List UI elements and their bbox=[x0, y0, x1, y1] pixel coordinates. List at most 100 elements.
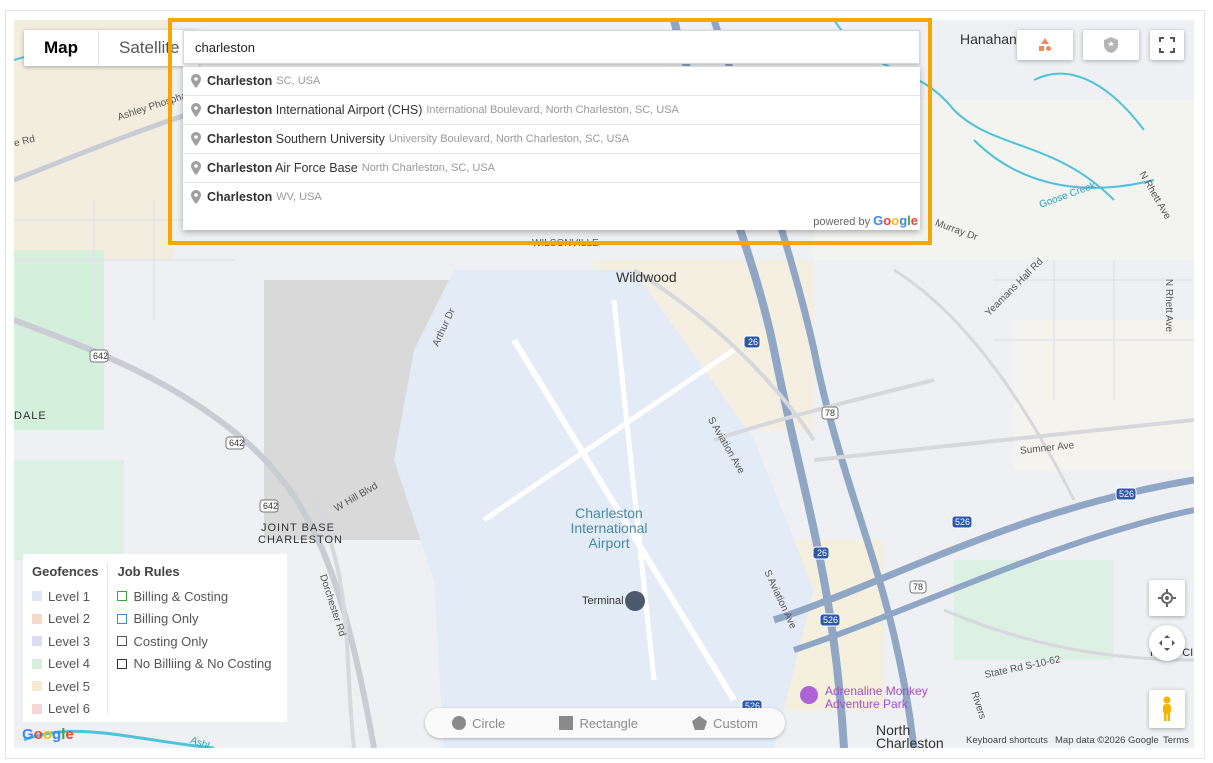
suggestion-main: Charleston International Airport (CHS) bbox=[207, 96, 422, 124]
route-642-b: 642 bbox=[229, 438, 245, 448]
legend-panel: Geofences Level 1 Level 2 Level 3 Level … bbox=[23, 554, 287, 722]
suggestion-secondary: University Boulevard, North Charleston, … bbox=[388, 133, 630, 145]
job-rules-title: Job Rules bbox=[117, 564, 180, 579]
suggestion-item[interactable]: Charleston Air Force Base North Charlest… bbox=[183, 154, 920, 183]
level-swatch bbox=[32, 703, 42, 714]
rule-swatch bbox=[117, 613, 128, 624]
route-26-a: 26 bbox=[748, 337, 759, 347]
powered-by-text: powered by bbox=[813, 216, 871, 228]
pegman-icon bbox=[1163, 696, 1171, 721]
map-label-adrenaline: Adrenaline Monkey Adventure Park bbox=[825, 684, 928, 711]
search-box bbox=[183, 30, 941, 64]
draw-rectangle-label: Rectangle bbox=[579, 715, 638, 731]
pegman-button[interactable] bbox=[1149, 690, 1185, 728]
level-swatch bbox=[32, 613, 42, 624]
camera-control-icon bbox=[1159, 635, 1175, 651]
legend-rule-row: Costing Only bbox=[117, 630, 271, 653]
route-26-b: 26 bbox=[817, 548, 828, 558]
suggestion-main: Charleston bbox=[207, 67, 272, 95]
fullscreen-icon bbox=[1159, 37, 1175, 53]
suggestion-item[interactable]: Charleston Southern University Universit… bbox=[183, 125, 920, 154]
legend-level-row: Level 3 bbox=[32, 630, 98, 653]
route-78-a: 78 bbox=[825, 408, 836, 418]
my-location-button[interactable] bbox=[1149, 580, 1185, 616]
suggestion-rest: Southern University bbox=[272, 132, 385, 146]
legend-level-row: Level 1 bbox=[32, 585, 98, 608]
autocomplete-dropdown: Charleston SC, USA Charleston Internatio… bbox=[183, 66, 920, 230]
geofences-column: Geofences Level 1 Level 2 Level 3 Level … bbox=[23, 554, 107, 722]
suggestion-match: Charleston bbox=[207, 161, 273, 175]
suggestion-match: Charleston bbox=[207, 190, 273, 204]
terms-link[interactable]: Terms bbox=[1163, 735, 1189, 761]
draw-custom-button[interactable]: Custom bbox=[692, 716, 758, 731]
suggestion-secondary: North Charleston, SC, USA bbox=[361, 162, 496, 174]
draw-circle-label: Circle bbox=[472, 715, 506, 731]
place-pin-icon bbox=[191, 190, 201, 204]
map-label-wildwood: Wildwood bbox=[616, 269, 677, 285]
level-swatch bbox=[32, 658, 42, 669]
map-label-hanahan: Hanahan bbox=[960, 31, 1017, 47]
map-label-n-rhett-2: N Rhett Ave bbox=[1163, 278, 1175, 333]
pentagon-icon bbox=[692, 716, 708, 730]
camera-control-button[interactable] bbox=[1149, 625, 1185, 661]
suggestion-match: Charleston bbox=[207, 132, 273, 146]
map-data-attribution: Map data ©2026 Google bbox=[1055, 735, 1159, 746]
draw-circle-button[interactable]: Circle bbox=[452, 716, 505, 731]
route-526-c: 526 bbox=[823, 615, 839, 625]
map-label-dale: DALE bbox=[14, 410, 47, 422]
suggestion-item[interactable]: Charleston WV, USA bbox=[183, 183, 920, 211]
suggestion-match: Charleston bbox=[207, 74, 273, 88]
drawing-toolbar: Circle Rectangle Custom bbox=[425, 708, 785, 738]
shield-button[interactable] bbox=[1083, 30, 1139, 60]
draw-rectangle-button[interactable]: Rectangle bbox=[559, 716, 638, 731]
suggestion-main: Charleston bbox=[207, 183, 272, 211]
map-label-north-charleston: North Charleston bbox=[876, 722, 944, 748]
suggestion-secondary: SC, USA bbox=[276, 75, 321, 87]
shapes-button[interactable] bbox=[1017, 30, 1073, 60]
map-type-control: Map Satellite bbox=[24, 30, 200, 66]
place-pin-icon bbox=[191, 74, 201, 88]
route-642-a: 642 bbox=[93, 351, 109, 361]
route-526-b: 526 bbox=[1119, 489, 1135, 499]
level-label: Level 4 bbox=[48, 656, 90, 672]
draw-custom-label: Custom bbox=[713, 715, 758, 731]
route-78-b: 78 bbox=[913, 582, 924, 592]
rule-swatch bbox=[117, 636, 128, 647]
circle-icon bbox=[452, 716, 467, 730]
keyboard-shortcuts-link[interactable]: Keyboard shortcuts bbox=[966, 735, 1048, 761]
level-label: Level 3 bbox=[48, 633, 90, 649]
map-label-wilsonville: WILSONVILLE bbox=[532, 238, 599, 249]
level-label: Level 5 bbox=[48, 678, 90, 694]
legend-level-row: Level 2 bbox=[32, 608, 98, 631]
rule-label: Billing Only bbox=[133, 611, 199, 627]
shapes-icon bbox=[1039, 38, 1051, 51]
map-label-joint-base: JOINT BASE CHARLESTON bbox=[258, 522, 343, 546]
legend-level-row: Level 4 bbox=[32, 653, 98, 676]
rule-swatch bbox=[117, 658, 128, 669]
legend-rule-row: Billing Only bbox=[117, 608, 271, 631]
google-brand: Google bbox=[873, 213, 918, 228]
level-swatch bbox=[32, 591, 42, 602]
place-pin-icon bbox=[191, 161, 201, 175]
level-label: Level 2 bbox=[48, 611, 90, 627]
powered-by-google: powered by Google bbox=[813, 213, 918, 228]
place-pin-icon bbox=[191, 132, 201, 146]
job-rules-column: Job Rules Billing & Costing Billing Only… bbox=[108, 554, 280, 722]
suggestion-item[interactable]: Charleston International Airport (CHS) I… bbox=[183, 96, 920, 125]
search-input[interactable] bbox=[184, 31, 941, 63]
legend-level-row: Level 5 bbox=[32, 675, 98, 698]
level-swatch bbox=[32, 681, 42, 692]
suggestion-secondary: WV, USA bbox=[276, 191, 322, 203]
suggestion-main: Charleston Southern University bbox=[207, 125, 385, 153]
level-label: Level 6 bbox=[48, 701, 90, 717]
legend-rule-row: No Billiing & No Costing bbox=[117, 653, 272, 676]
rule-label: Costing Only bbox=[133, 633, 208, 649]
legend-rule-row: Billing & Costing bbox=[117, 585, 271, 608]
google-logo[interactable]: Google bbox=[22, 726, 74, 743]
level-swatch bbox=[32, 636, 42, 647]
rule-swatch bbox=[117, 591, 128, 602]
map-type-map-button[interactable]: Map bbox=[24, 30, 98, 66]
suggestion-item[interactable]: Charleston SC, USA bbox=[183, 67, 920, 96]
fullscreen-button[interactable] bbox=[1150, 30, 1184, 60]
suggestion-secondary: International Boulevard, North Charlesto… bbox=[426, 104, 679, 116]
